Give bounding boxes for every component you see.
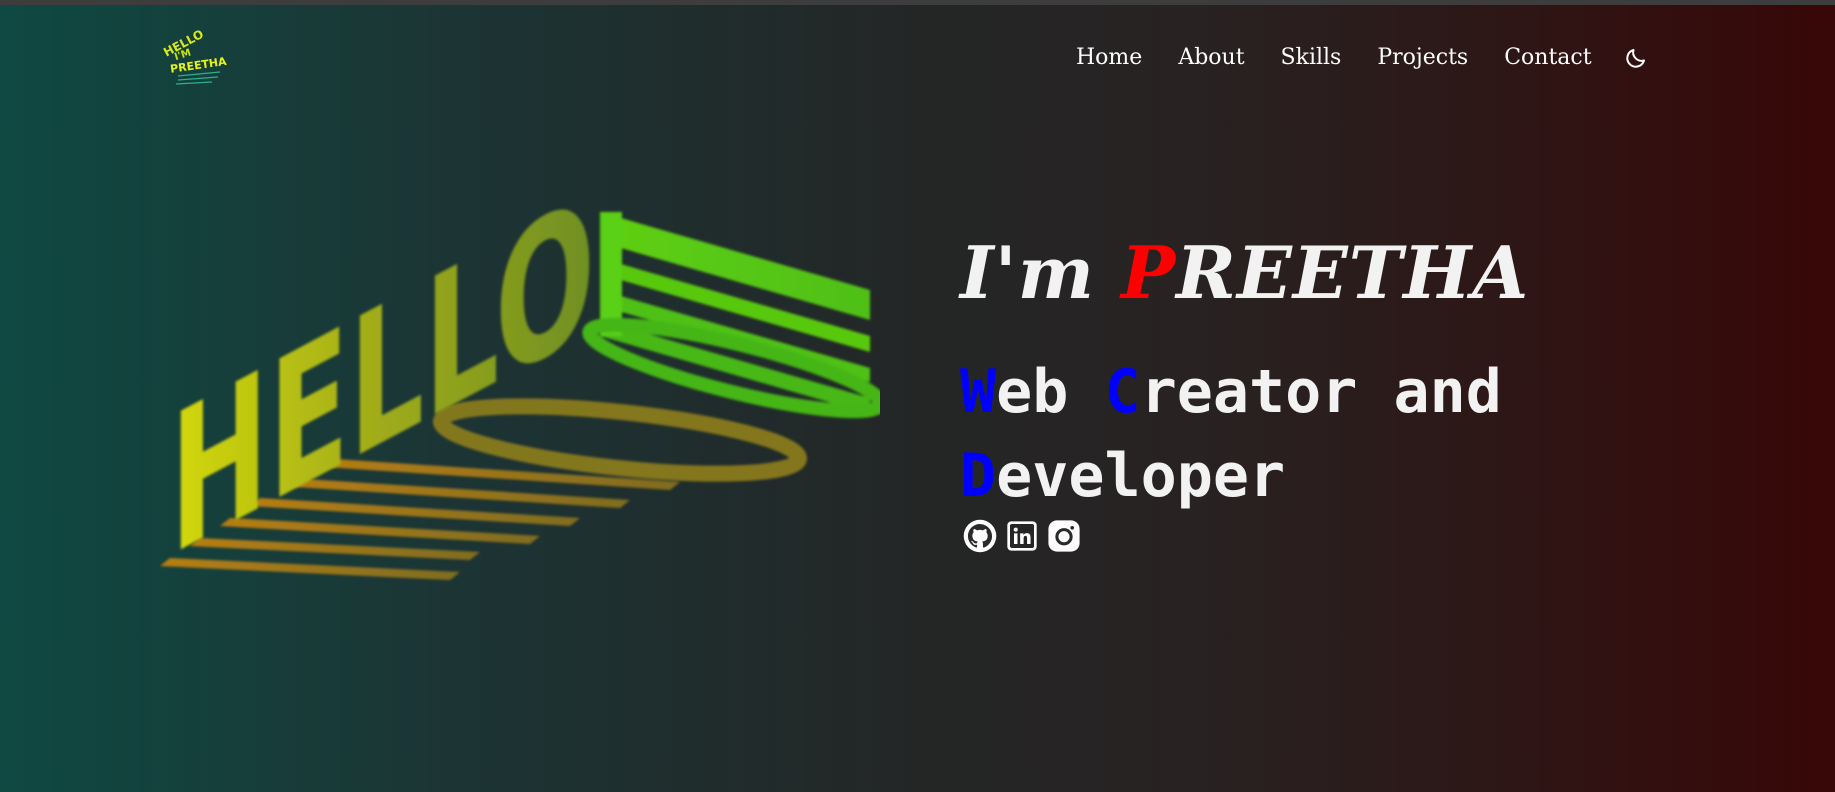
site-logo[interactable]: HELLO I'M PREETHA xyxy=(160,22,230,86)
instagram-icon xyxy=(1048,520,1080,552)
nav-contact[interactable]: Contact xyxy=(1504,44,1591,72)
hero-role-heading: Web Creator and Developer xyxy=(960,350,1600,518)
browser-top-strip xyxy=(0,0,1835,5)
hero-hello-art: HELLO xyxy=(160,200,880,590)
theme-toggle-button[interactable] xyxy=(1622,44,1650,72)
hello-3d-text-icon: HELLO xyxy=(160,200,880,590)
social-links xyxy=(962,518,1088,554)
nav-projects[interactable]: Projects xyxy=(1377,44,1468,72)
nav-skills[interactable]: Skills xyxy=(1281,44,1342,72)
linkedin-icon xyxy=(1007,521,1037,551)
role-d-rest: eveloper xyxy=(996,441,1286,511)
role-c-rest: reator and xyxy=(1140,357,1502,427)
nav-about[interactable]: About xyxy=(1178,44,1244,72)
hello-logo-icon: HELLO I'M PREETHA xyxy=(161,27,228,85)
github-link[interactable] xyxy=(962,518,998,554)
role-d-initial: D xyxy=(960,441,997,511)
name-prefix: I'm xyxy=(960,230,1121,315)
instagram-link[interactable] xyxy=(1046,518,1082,554)
nav-home[interactable]: Home xyxy=(1076,44,1142,72)
linkedin-link[interactable] xyxy=(1004,518,1040,554)
role-w-initial: W xyxy=(960,357,997,427)
name-rest: REETHA xyxy=(1176,230,1530,315)
main-nav: Home About Skills Projects Contact xyxy=(1076,44,1650,72)
moon-icon xyxy=(1625,49,1645,68)
role-c-initial: C xyxy=(1104,357,1141,427)
hero-name-heading: I'm PREETHA xyxy=(960,228,1529,318)
name-initial: P xyxy=(1120,230,1177,315)
github-icon xyxy=(963,519,997,553)
role-w-rest: eb xyxy=(996,357,1105,427)
